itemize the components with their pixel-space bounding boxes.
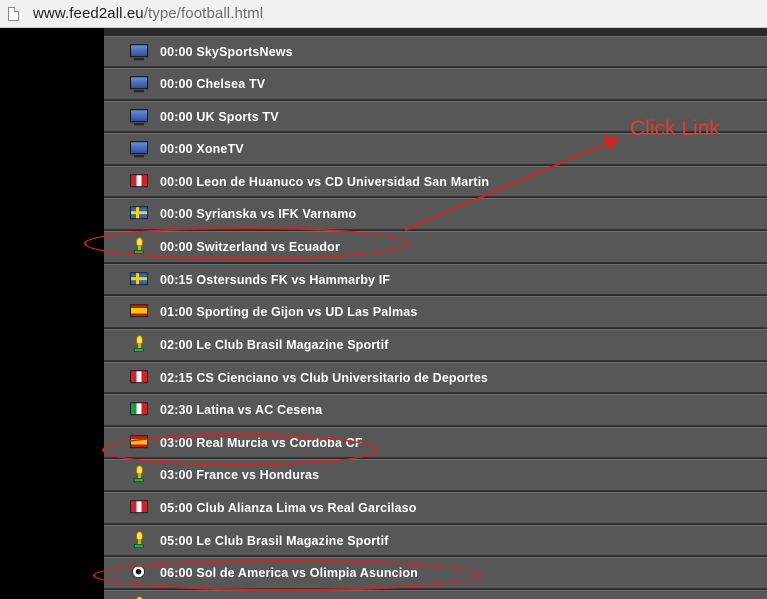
channel-label[interactable]: 00:00 Chelsea TV (160, 77, 265, 91)
channel-row[interactable]: 00:00 Syrianska vs IFK Varnamo (104, 198, 767, 230)
spain-flag-icon (130, 304, 148, 318)
tv-icon (130, 43, 148, 60)
channel-row[interactable]: 06:00 Sol de America vs Olimpia Asuncion (104, 557, 767, 589)
channel-row[interactable]: 06:00 Argentina vs Bosnia and Herzegovin… (104, 590, 767, 599)
channel-label[interactable]: 05:00 Club Alianza Lima vs Real Garcilas… (160, 501, 417, 515)
peru-flag-icon (130, 173, 148, 187)
channel-row[interactable]: 03:00 Real Murcia vs Cordoba CF (104, 427, 767, 458)
channel-row[interactable]: 05:00 Le Club Brasil Magazine Sportif (104, 525, 767, 556)
channel-label[interactable]: 01:00 Sporting de Gijon vs UD Las Palmas (160, 305, 417, 319)
channel-label[interactable]: 05:00 Le Club Brasil Magazine Sportif (160, 534, 389, 548)
channel-label[interactable]: 00:00 SkySportsNews (160, 45, 293, 59)
world-cup-icon (132, 595, 146, 599)
channel-row[interactable]: 05:00 Club Alianza Lima vs Real Garcilas… (104, 492, 767, 524)
channel-label[interactable]: 03:00 France vs Honduras (160, 468, 319, 482)
url-path: /type/football.html (143, 5, 264, 22)
channel-label[interactable]: 00:00 XoneTV (160, 142, 244, 156)
url-text[interactable]: www.feed2all.eu/type/football.html (33, 5, 263, 22)
channel-row[interactable]: 00:15 Ostersunds FK vs Hammarby IF (104, 264, 767, 295)
sweden-flag-icon (130, 271, 148, 285)
channel-label[interactable]: 00:00 Leon de Huanuco vs CD Universidad … (160, 175, 489, 189)
world-cup-icon (132, 335, 146, 353)
channel-label[interactable]: 06:00 Sol de America vs Olimpia Asuncion (160, 566, 418, 580)
peru-flag-icon (130, 369, 148, 383)
click-link-annotation: Click Link (630, 117, 720, 140)
channel-label[interactable]: 02:30 Latina vs AC Cesena (160, 403, 322, 417)
channel-label[interactable]: 02:15 CS Cienciano vs Club Universitario… (160, 371, 488, 385)
channel-row[interactable]: 02:00 Le Club Brasil Magazine Sportif (104, 329, 767, 361)
world-cup-icon (132, 465, 146, 483)
url-domain: www.feed2all.eu (33, 5, 144, 22)
world-cup-icon (132, 530, 146, 549)
channel-row[interactable]: 00:00 Chelsea TV (104, 68, 767, 100)
sweden-flag-icon (130, 206, 148, 220)
channel-row[interactable]: 02:30 Latina vs AC Cesena (104, 394, 767, 426)
channel-row[interactable]: 01:00 Sporting de Gijon vs UD Las Palmas (104, 296, 767, 328)
page-icon (8, 7, 19, 21)
channel-row[interactable]: 00:00 SkySportsNews (104, 36, 767, 67)
channel-row[interactable]: 03:00 France vs Honduras (104, 459, 767, 491)
channel-list: 00:00 SkySportsNews 00:00 Chelsea TV 00:00… (104, 28, 767, 599)
channel-row[interactable]: 02:15 CS Cienciano vs Club Universitario… (104, 362, 767, 393)
tv-icon (130, 108, 148, 125)
channel-label[interactable]: 00:00 UK Sports TV (160, 110, 279, 124)
channel-label[interactable]: 00:00 Switzerland vs Ecuador (160, 240, 340, 254)
address-bar[interactable]: www.feed2all.eu/type/football.html (0, 0, 767, 28)
soccer-ball-icon (132, 565, 145, 579)
tv-icon (130, 141, 148, 158)
channel-label[interactable]: 03:00 Real Murcia vs Cordoba CF (160, 436, 363, 450)
peru-flag-icon (130, 500, 148, 514)
tv-icon (130, 76, 148, 93)
channel-row[interactable]: 00:00 Switzerland vs Ecuador (104, 231, 767, 263)
channel-label[interactable]: 00:00 Syrianska vs IFK Varnamo (160, 207, 356, 221)
channel-label[interactable]: 02:00 Le Club Brasil Magazine Sportif (160, 338, 389, 352)
world-cup-icon (132, 237, 146, 255)
channel-row[interactable]: 00:00 Leon de Huanuco vs CD Universidad … (104, 166, 767, 197)
italy-flag-icon (130, 402, 148, 416)
spain-flag-icon (130, 434, 148, 448)
channel-label[interactable]: 00:15 Ostersunds FK vs Hammarby IF (160, 273, 390, 287)
